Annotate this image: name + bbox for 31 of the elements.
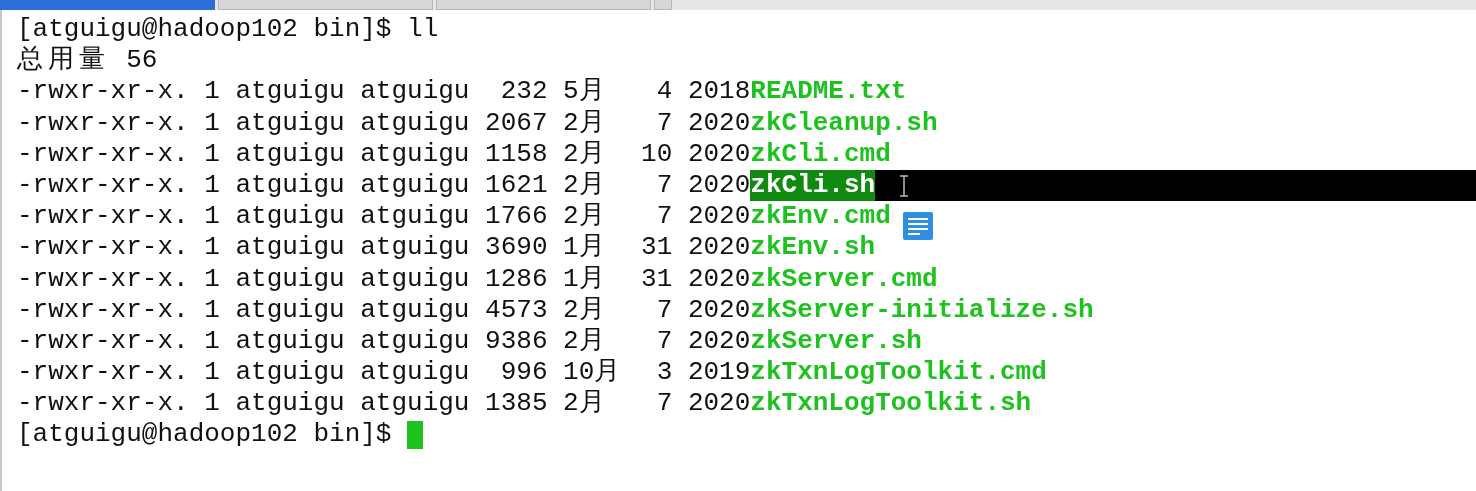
prompt-text: [atguigu@hadoop102 bin]$ — [17, 419, 393, 451]
file-name: zkTxnLogToolkit.sh — [750, 388, 1032, 420]
file-name: zkServer.sh — [750, 325, 922, 358]
file-name: zkTxnLogToolkit.cmd — [750, 357, 1047, 389]
file-name: zkEnv.cmd — [750, 201, 891, 233]
file-name: zkCleanup.sh — [750, 107, 938, 139]
file-details: -rwxr-xr-x. 1 atguigu atguigu 4573 2月 7 2020 — [17, 294, 751, 326]
file-details: -rwxr-xr-x. 1 atguigu atguigu 1621 2月 7 2020 — [17, 169, 751, 202]
file-name: zkCli.cmd — [750, 138, 891, 170]
file-details: -rwxr-xr-x. 1 atguigu atguigu 3690 1月 31 2020 — [17, 232, 751, 264]
document-icon — [902, 212, 933, 241]
text-cursor-icon — [899, 174, 910, 197]
session-tab[interactable] — [218, 0, 433, 10]
file-details: -rwxr-xr-x. 1 atguigu atguigu 9386 2月 7 2020 — [17, 325, 751, 358]
session-tab[interactable] — [436, 0, 651, 10]
file-details: -rwxr-xr-x. 1 atguigu atguigu 1286 1月 31 2020 — [17, 263, 751, 295]
file-name: zkEnv.sh — [750, 232, 876, 264]
file-name: zkServer-initialize.sh — [750, 294, 1094, 326]
file-details: -rwxr-xr-x. 1 atguigu atguigu 2067 2月 7 2020 — [17, 107, 751, 139]
file-details: -rwxr-xr-x. 1 atguigu atguigu 1385 2月 7 2020 — [17, 388, 751, 420]
file-name: README.txt — [750, 76, 907, 108]
session-tab[interactable] — [654, 0, 672, 10]
output-text: 总用量 56 — [17, 45, 158, 77]
file-details: -rwxr-xr-x. 1 atguigu atguigu 232 5月 4 2018 — [17, 76, 751, 108]
session-tab[interactable] — [0, 0, 215, 10]
file-details: -rwxr-xr-x. 1 atguigu atguigu 1158 2月 10 2020 — [17, 138, 751, 170]
file-details: -rwxr-xr-x. 1 atguigu atguigu 996 10月 3 2019 — [17, 357, 751, 389]
file-name: zkServer.cmd — [750, 263, 938, 295]
prompt-text: [atguigu@hadoop102 bin]$ ll — [17, 14, 439, 46]
file-details: -rwxr-xr-x. 1 atguigu atguigu 1766 2月 7 2020 — [17, 201, 751, 233]
file-name: zkCli.sh — [750, 169, 876, 202]
